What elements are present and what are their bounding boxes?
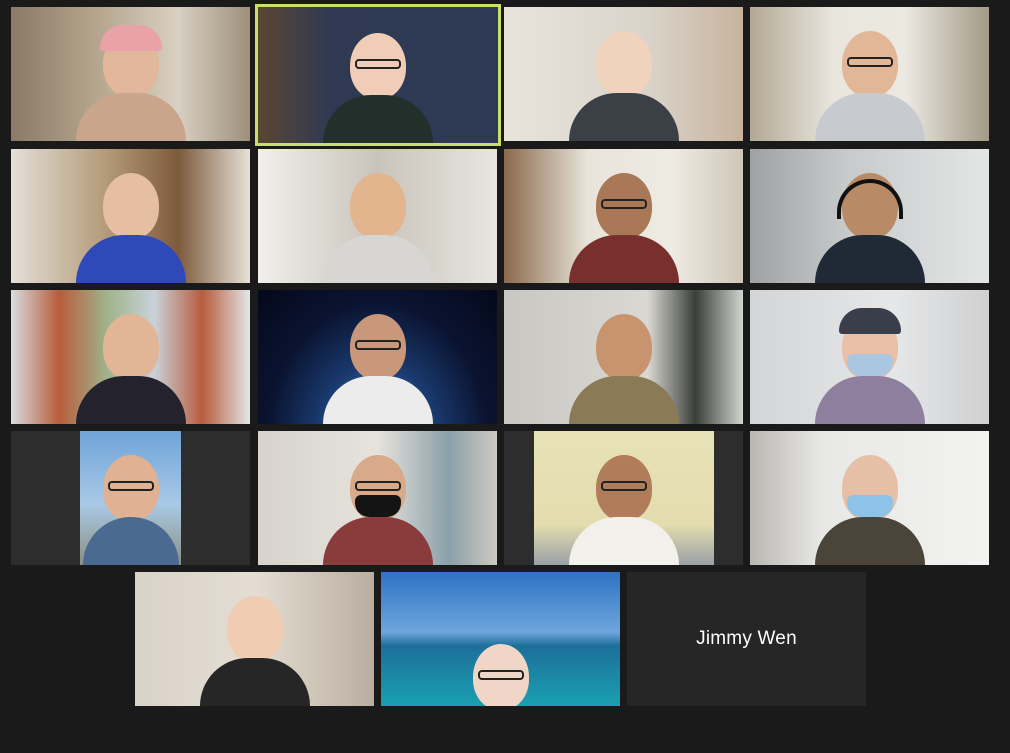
participant-figure xyxy=(322,447,433,565)
participant-name-label: Jimmy Wen xyxy=(696,628,797,649)
participant-tile-video-off[interactable]: Jimmy Wen xyxy=(627,572,866,706)
participant-figure xyxy=(322,165,433,283)
participant-video-tile[interactable] xyxy=(750,290,989,424)
participant-video-tile[interactable] xyxy=(11,290,250,424)
participant-figure xyxy=(568,23,679,141)
participant-figure xyxy=(75,23,186,141)
participant-figure xyxy=(814,447,925,565)
participant-figure xyxy=(75,165,186,283)
participant-video-tile[interactable] xyxy=(750,149,989,283)
participant-figure xyxy=(814,23,925,141)
participant-figure xyxy=(82,447,179,565)
participant-figure xyxy=(814,306,925,424)
participant-figure xyxy=(569,447,679,565)
participant-video-tile[interactable] xyxy=(750,7,989,141)
participant-video-tile[interactable] xyxy=(258,149,497,283)
participant-figure xyxy=(322,306,433,424)
participant-figure xyxy=(568,306,679,424)
video-background xyxy=(534,431,714,565)
participant-video-tile[interactable] xyxy=(11,149,250,283)
participant-figure xyxy=(323,25,433,143)
participant-video-tile[interactable] xyxy=(381,572,620,706)
participant-video-tile[interactable] xyxy=(135,572,374,706)
participant-video-tile[interactable] xyxy=(11,431,250,565)
participant-video-tile[interactable] xyxy=(504,290,743,424)
participant-video-tile[interactable] xyxy=(504,149,743,283)
participant-video-tile[interactable] xyxy=(750,431,989,565)
participant-video-tile[interactable] xyxy=(258,290,497,424)
participant-figure xyxy=(446,636,556,706)
participant-video-tile-active-speaker[interactable] xyxy=(255,4,501,146)
participant-figure xyxy=(75,306,186,424)
video-background xyxy=(80,431,181,565)
participant-figure xyxy=(814,165,925,283)
video-gallery: Jimmy Wen xyxy=(0,0,1010,753)
participant-video-tile[interactable] xyxy=(504,7,743,141)
participant-video-tile[interactable] xyxy=(11,7,250,141)
participant-figure xyxy=(568,165,679,283)
participant-video-tile[interactable] xyxy=(258,431,497,565)
participant-video-tile[interactable] xyxy=(504,431,743,565)
participant-figure xyxy=(199,588,310,706)
